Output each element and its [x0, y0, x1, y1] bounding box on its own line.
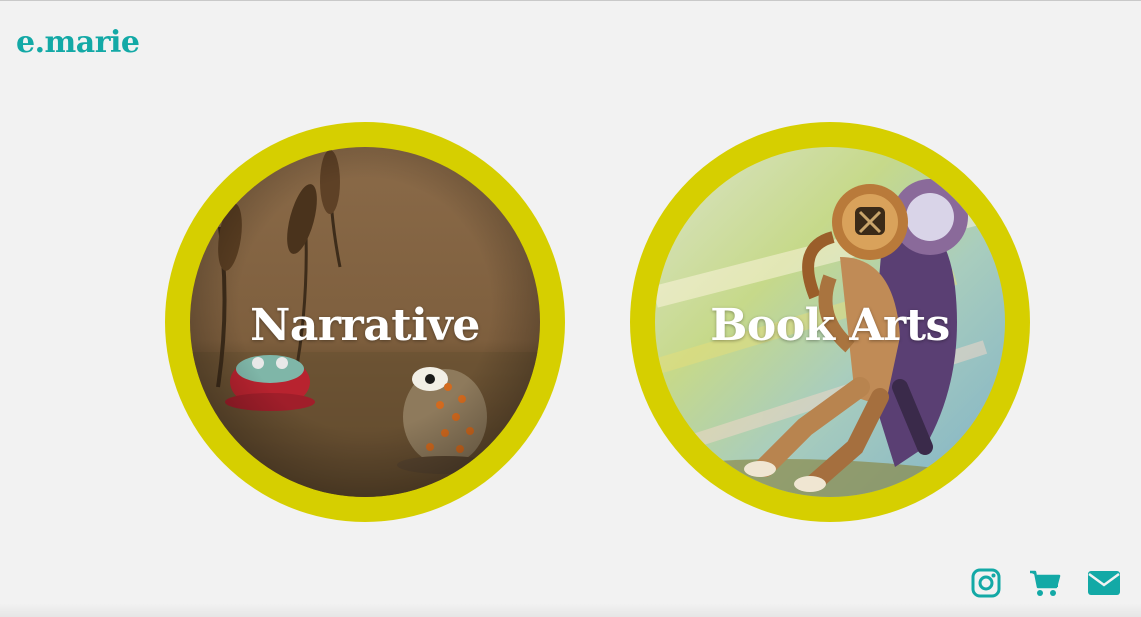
- envelope-icon[interactable]: [1086, 567, 1122, 599]
- page: e.marie Narrative Book Arts: [0, 0, 1141, 617]
- narrative-portal-link[interactable]: Narrative: [165, 122, 565, 522]
- narrative-thumbnail: [190, 147, 540, 497]
- footer-shade: [0, 603, 1141, 617]
- shopping-cart-icon[interactable]: [1028, 567, 1062, 599]
- site-logo-link[interactable]: e.marie: [16, 25, 140, 60]
- instagram-icon[interactable]: [970, 567, 1002, 599]
- book-arts-portal-link[interactable]: Book Arts: [630, 122, 1030, 522]
- book-arts-thumbnail: [655, 147, 1005, 497]
